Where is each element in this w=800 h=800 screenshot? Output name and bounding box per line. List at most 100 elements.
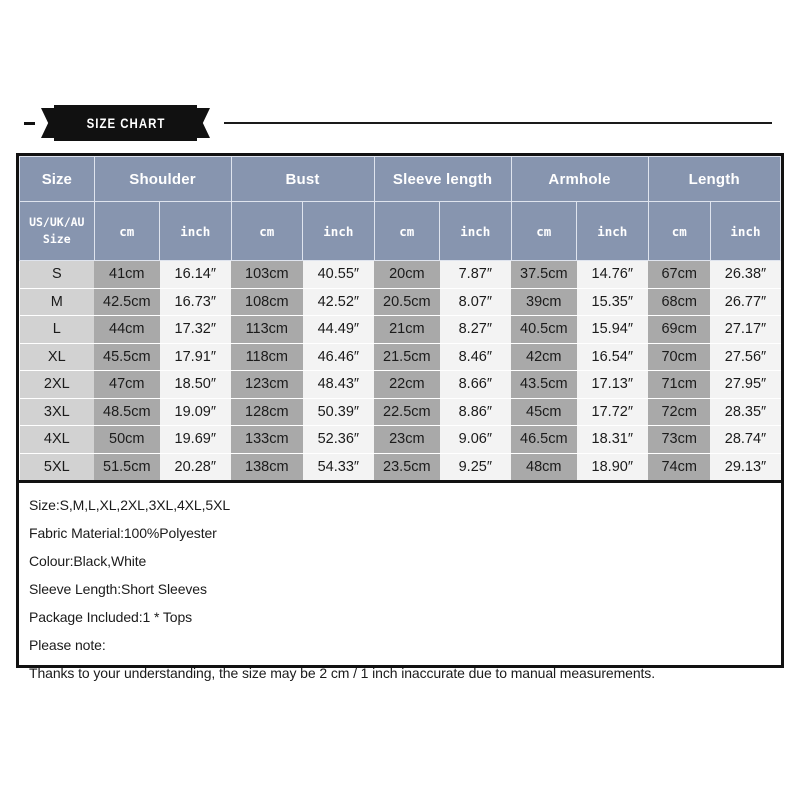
banner-rule-divider: [224, 122, 772, 124]
header-unit-sleeve-cm: cm: [373, 201, 441, 261]
cell-bust-in: 48.43″: [302, 370, 375, 399]
banner-ribbon-left-icon: [41, 108, 54, 138]
cell-length-in: 29.13″: [710, 453, 781, 480]
cell-bust-in: 44.49″: [302, 315, 375, 344]
cell-bust-cm: 123cm: [231, 370, 303, 399]
cell-size: 5XL: [19, 453, 95, 480]
cell-shoulder-in: 16.73″: [159, 288, 232, 316]
cell-bust-in: 50.39″: [302, 398, 375, 426]
cell-length-cm: 71cm: [648, 370, 711, 399]
cell-armhole-in: 18.31″: [576, 425, 649, 454]
cell-sleeve-cm: 22cm: [374, 370, 440, 399]
table-row: 5XL 51.5cm 20.28″ 138cm 54.33″ 23.5cm 9.25″ 48c…: [19, 453, 781, 480]
header-unit-length-inch: inch: [709, 201, 782, 261]
cell-shoulder-cm: 48.5cm: [94, 398, 160, 426]
cell-bust-cm: 113cm: [231, 315, 303, 344]
header-size-subtitle-line1: US/UK/AU: [29, 215, 85, 230]
cell-shoulder-cm: 41cm: [94, 260, 160, 289]
note-line: Sleeve Length:Short Sleeves: [29, 581, 207, 597]
cell-bust-cm: 108cm: [231, 288, 303, 316]
cell-length-in: 27.95″: [710, 370, 781, 399]
cell-sleeve-cm: 20cm: [374, 260, 440, 289]
cell-bust-in: 46.46″: [302, 343, 375, 371]
cell-sleeve-cm: 23.5cm: [374, 453, 440, 480]
table-row: XL 45.5cm 17.91″ 118cm 46.46″ 21.5cm 8.46″ 42cm…: [19, 343, 781, 371]
note-line: Please note:: [29, 637, 106, 653]
size-chart-table: Size Shoulder Bust Sleeve length Armhole…: [19, 156, 782, 480]
cell-sleeve-in: 9.06″: [439, 425, 512, 454]
note-line: Package Included:1 * Tops: [29, 609, 193, 625]
cell-armhole-cm: 39cm: [511, 288, 577, 316]
cell-shoulder-in: 19.09″: [159, 398, 232, 426]
cell-bust-cm: 118cm: [231, 343, 303, 371]
cell-length-cm: 70cm: [648, 343, 711, 371]
header-group-size: Size: [19, 156, 95, 202]
table-row: 3XL 48.5cm 19.09″ 128cm 50.39″ 22.5cm 8.86″ 45c…: [19, 398, 781, 426]
cell-shoulder-cm: 42.5cm: [94, 288, 160, 316]
cell-length-in: 27.56″: [710, 343, 781, 371]
cell-sleeve-in: 8.46″: [439, 343, 512, 371]
header-unit-sleeve-inch: inch: [439, 201, 512, 261]
header-unit-length-cm: cm: [647, 201, 711, 261]
table-header-group-row: Size Shoulder Bust Sleeve length Armhole…: [19, 156, 782, 202]
table-body: S 41cm 16.14″ 103cm 40.55″ 20cm 7.87″ 37.5cm 14.…: [19, 260, 781, 480]
cell-armhole-cm: 42cm: [511, 343, 577, 371]
cell-size: S: [19, 260, 95, 289]
cell-shoulder-cm: 51.5cm: [94, 453, 160, 480]
cell-length-in: 28.74″: [710, 425, 781, 454]
cell-armhole-cm: 48cm: [511, 453, 577, 480]
note-line: Thanks to your understanding, the size m…: [29, 665, 655, 681]
cell-size: M: [19, 288, 95, 316]
cell-armhole-in: 14.76″: [576, 260, 649, 289]
cell-shoulder-in: 17.91″: [159, 343, 232, 371]
cell-armhole-in: 15.35″: [576, 288, 649, 316]
cell-armhole-in: 16.54″: [576, 343, 649, 371]
cell-shoulder-cm: 47cm: [94, 370, 160, 399]
cell-bust-in: 42.52″: [302, 288, 375, 316]
cell-shoulder-cm: 44cm: [94, 315, 160, 344]
cell-armhole-cm: 43.5cm: [511, 370, 577, 399]
banner-dash-icon: [24, 121, 35, 125]
cell-length-cm: 68cm: [648, 288, 711, 316]
size-chart-banner: SIZE CHART: [24, 102, 776, 144]
table-row: S 41cm 16.14″ 103cm 40.55″ 20cm 7.87″ 37.5cm 14.…: [19, 260, 781, 289]
header-unit-armhole-cm: cm: [510, 201, 578, 261]
cell-shoulder-in: 19.69″: [159, 425, 232, 454]
cell-shoulder-cm: 50cm: [94, 425, 160, 454]
cell-bust-in: 40.55″: [302, 260, 375, 289]
cell-armhole-in: 17.72″: [576, 398, 649, 426]
cell-shoulder-in: 20.28″: [159, 453, 232, 480]
cell-size: 4XL: [19, 425, 95, 454]
cell-bust-cm: 103cm: [231, 260, 303, 289]
banner-title-box: SIZE CHART: [54, 105, 197, 141]
cell-sleeve-cm: 20.5cm: [374, 288, 440, 316]
header-unit-bust-inch: inch: [302, 201, 375, 261]
cell-bust-cm: 138cm: [231, 453, 303, 480]
cell-sleeve-in: 8.07″: [439, 288, 512, 316]
cell-bust-cm: 128cm: [231, 398, 303, 426]
cell-armhole-in: 15.94″: [576, 315, 649, 344]
table-row: L 44cm 17.32″ 113cm 44.49″ 21cm 8.27″ 40.5cm 15.…: [19, 315, 781, 344]
cell-sleeve-in: 9.25″: [439, 453, 512, 480]
size-chart-frame: Size Shoulder Bust Sleeve length Armhole…: [16, 153, 784, 681]
header-unit-armhole-inch: inch: [576, 201, 649, 261]
cell-length-cm: 73cm: [648, 425, 711, 454]
cell-shoulder-in: 18.50″: [159, 370, 232, 399]
header-group-length: Length: [647, 156, 782, 202]
cell-sleeve-cm: 21cm: [374, 315, 440, 344]
header-unit-bust-cm: cm: [230, 201, 304, 261]
cell-sleeve-cm: 23cm: [374, 425, 440, 454]
header-group-bust: Bust: [230, 156, 375, 202]
note-line: Fabric Material:100%Polyester: [29, 525, 217, 541]
table-row: 4XL 50cm 19.69″ 133cm 52.36″ 23cm 9.06″ 46.5cm 1…: [19, 425, 781, 454]
cell-size: L: [19, 315, 95, 344]
cell-sleeve-in: 8.27″: [439, 315, 512, 344]
banner-title: SIZE CHART: [86, 115, 165, 131]
table-header-unit-row: US/UK/AU Size cm inch cm inch cm inch cm…: [19, 201, 782, 261]
cell-size: 3XL: [19, 398, 95, 426]
cell-armhole-cm: 46.5cm: [511, 425, 577, 454]
header-size-subtitle-line2: Size: [42, 232, 71, 246]
cell-armhole-in: 18.90″: [576, 453, 649, 480]
table-row: M 42.5cm 16.73″ 108cm 42.52″ 20.5cm 8.07″ 39cm 1…: [19, 288, 781, 316]
cell-length-cm: 72cm: [648, 398, 711, 426]
